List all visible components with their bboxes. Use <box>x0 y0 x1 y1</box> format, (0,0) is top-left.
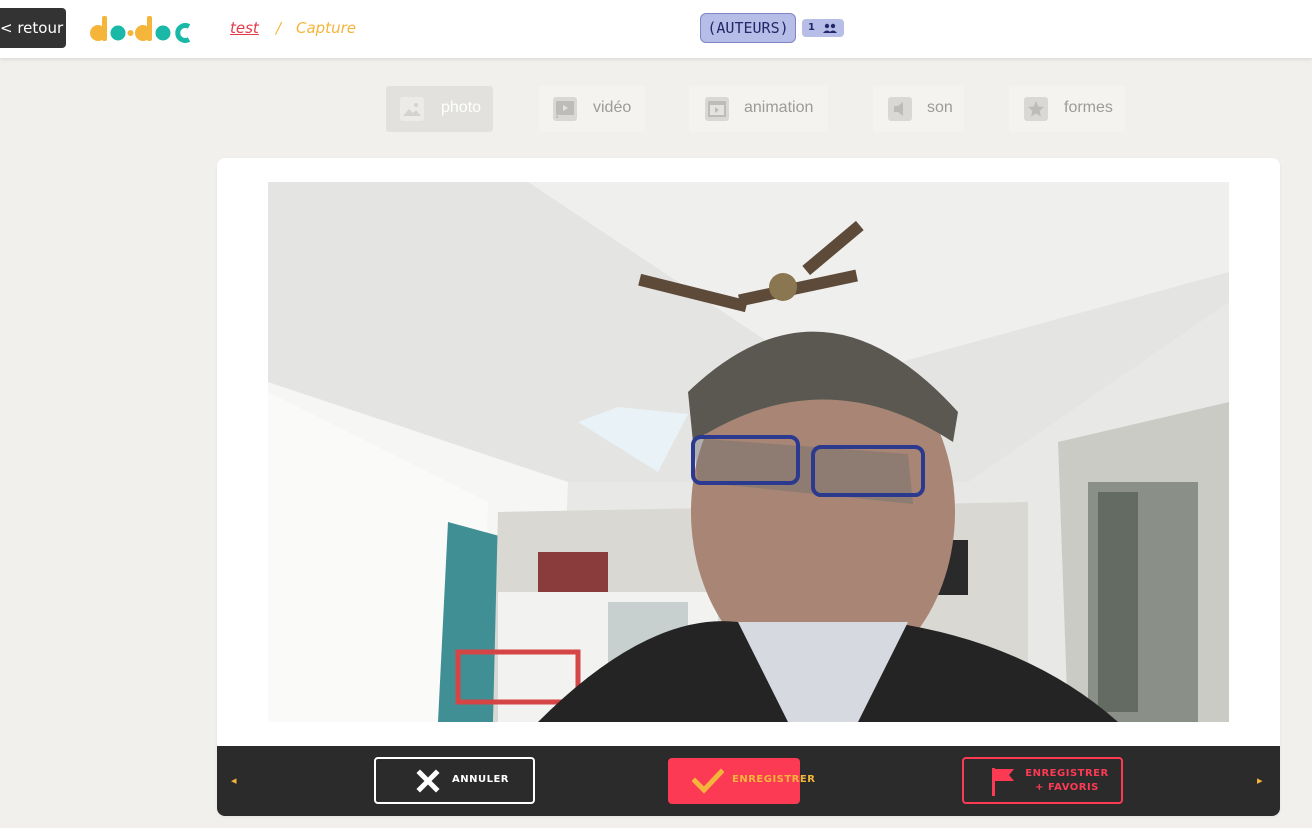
flag-icon <box>992 768 1014 796</box>
checkmark-icon <box>692 768 724 794</box>
tab-animation[interactable]: animation <box>689 86 828 132</box>
breadcrumb-current-page: Capture <box>296 19 356 37</box>
video-icon <box>553 97 577 121</box>
authors-count-value: 1 <box>808 22 815 33</box>
authors-button[interactable]: (AUTEURS) <box>700 13 796 43</box>
authors-count-badge[interactable]: 1 <box>802 19 844 37</box>
sound-icon <box>888 97 912 121</box>
people-icon <box>823 23 837 33</box>
tab-photo-label: photo <box>441 99 482 116</box>
save-button-label: ENREGISTRER <box>732 774 816 785</box>
tab-shapes-label: formes <box>1064 99 1113 116</box>
camera-preview[interactable] <box>268 182 1229 722</box>
star-icon <box>1024 97 1048 121</box>
capture-panel: ◂ ANNULER ENREGISTRER ENREGISTRER + FAVO… <box>217 158 1280 816</box>
save-favorite-line1: ENREGISTRER <box>1025 768 1109 779</box>
dodoc-logo[interactable] <box>88 14 200 44</box>
tab-sound[interactable]: son <box>873 86 964 132</box>
animation-icon <box>705 97 729 121</box>
capture-actions-bar: ◂ ANNULER ENREGISTRER ENREGISTRER + FAVO… <box>217 746 1280 816</box>
tab-shapes[interactable]: formes <box>1009 86 1125 132</box>
cancel-button[interactable]: ANNULER <box>374 757 535 804</box>
prev-arrow-button[interactable]: ◂ <box>231 774 237 787</box>
breadcrumb-separator: / <box>276 19 282 37</box>
tab-sound-label: son <box>927 99 953 116</box>
back-button[interactable]: < retour <box>0 8 66 48</box>
save-favorite-label: ENREGISTRER + FAVORIS <box>1022 767 1112 795</box>
tab-photo[interactable]: photo <box>386 86 493 132</box>
tab-animation-label: animation <box>744 99 814 116</box>
camera-preview-image <box>268 182 1229 722</box>
save-button[interactable]: ENREGISTRER <box>668 758 815 804</box>
tab-video-label: vidéo <box>593 99 632 116</box>
tab-video[interactable]: vidéo <box>539 86 645 132</box>
cancel-button-label: ANNULER <box>452 774 510 785</box>
save-favorite-button[interactable]: ENREGISTRER + FAVORIS <box>962 757 1123 804</box>
top-bar: < retour test / Capture (AUTEURS) 1 <box>0 0 1312 58</box>
save-favorite-line2: + FAVORIS <box>1035 782 1099 793</box>
close-icon <box>416 769 440 793</box>
image-icon <box>400 97 424 121</box>
breadcrumb-project-link[interactable]: test <box>230 19 259 37</box>
next-arrow-button[interactable]: ▸ <box>1257 774 1263 787</box>
